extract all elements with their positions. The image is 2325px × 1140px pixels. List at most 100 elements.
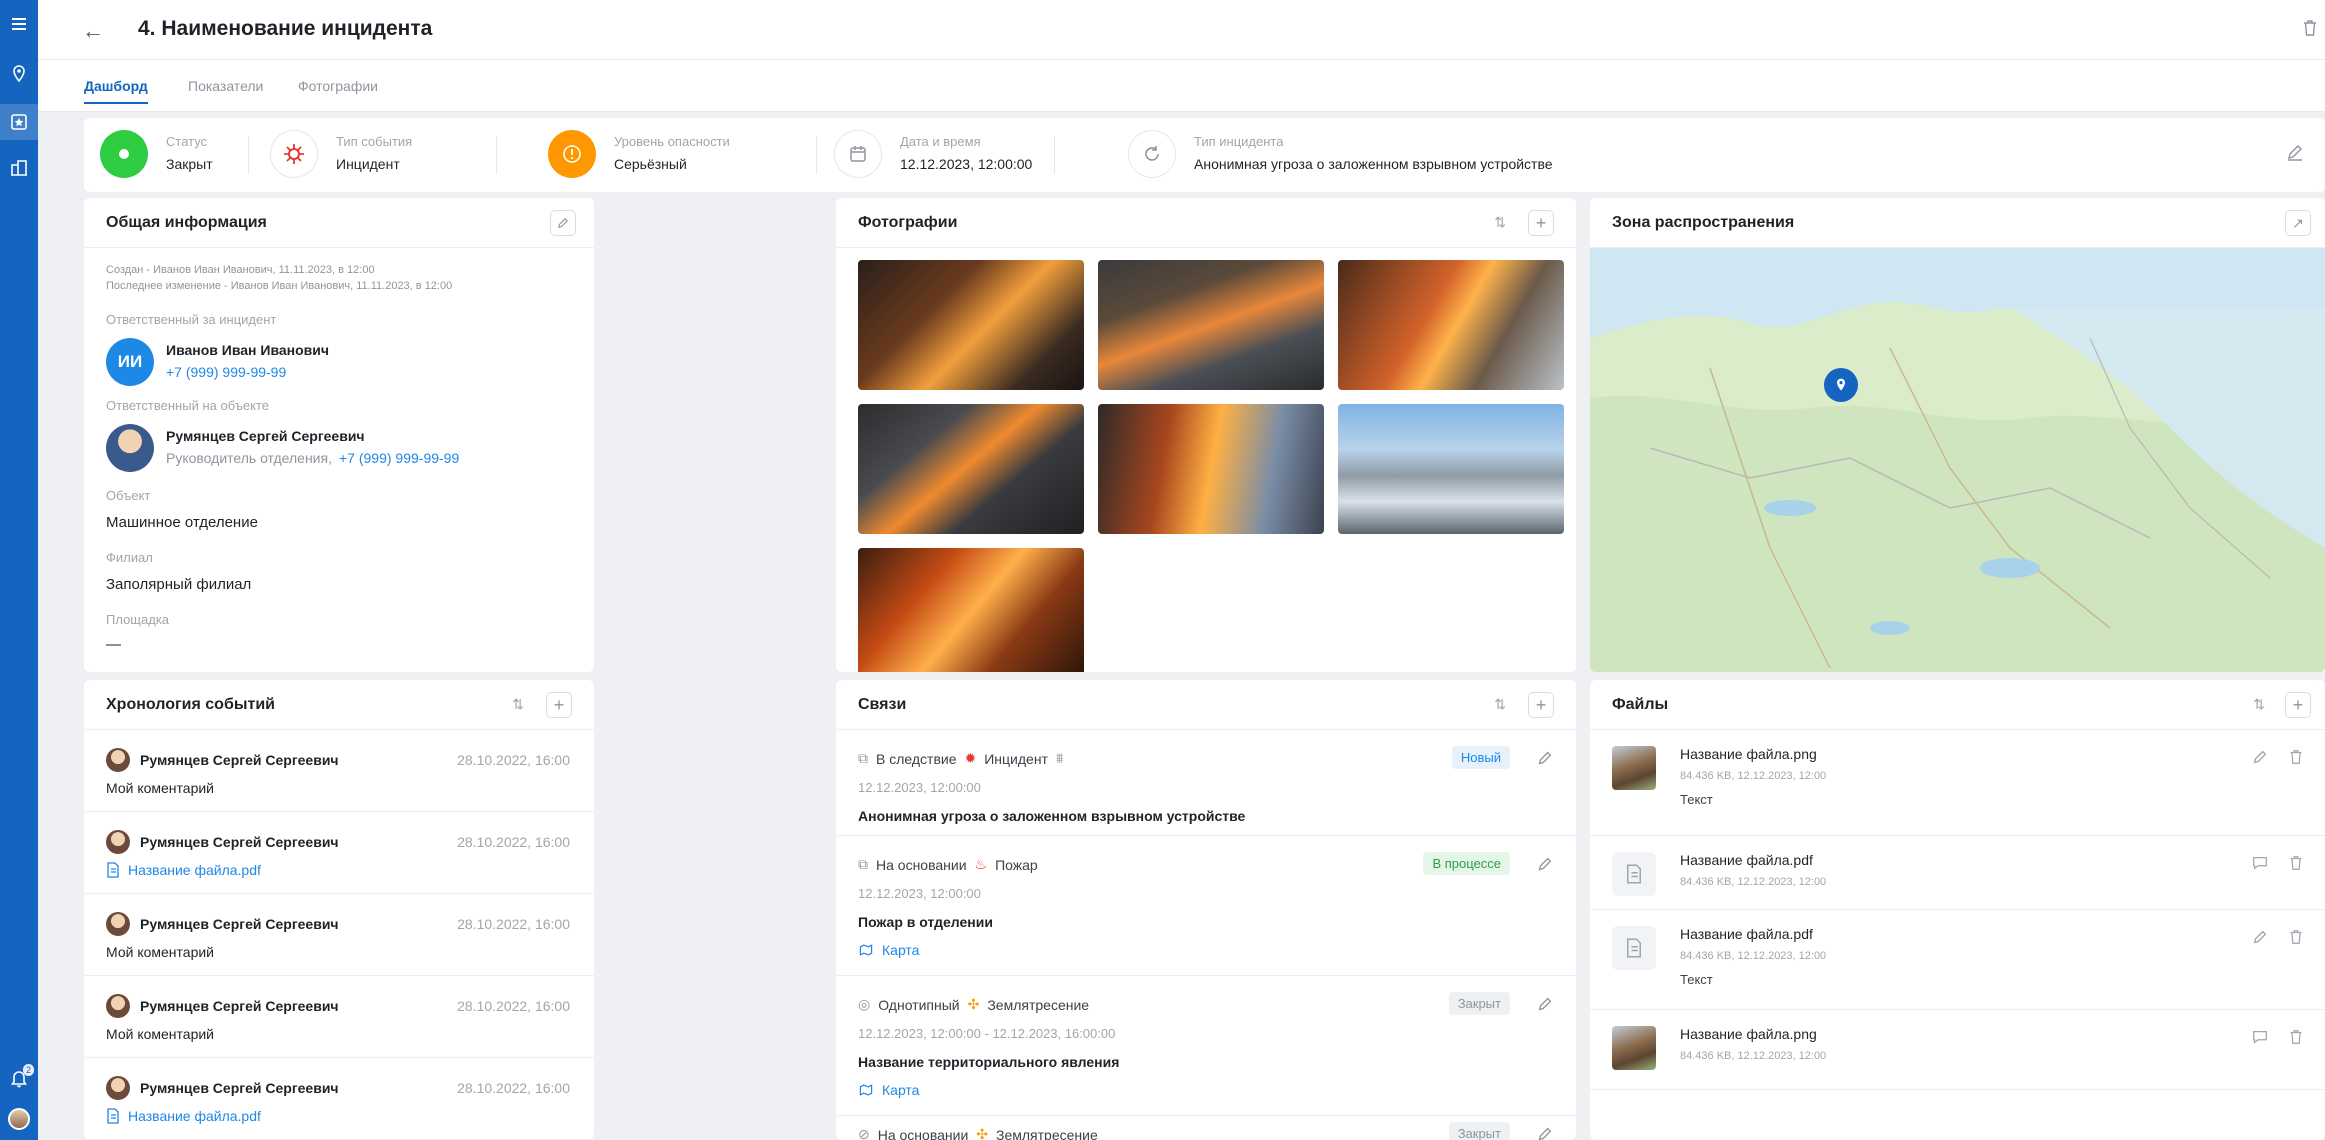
object-value: Машинное отделение <box>106 514 258 531</box>
file-link[interactable]: Название файла.pdf <box>106 1108 261 1124</box>
add-file-button[interactable]: + <box>2285 692 2311 718</box>
edit-pencil-icon[interactable] <box>1536 749 1554 767</box>
add-link-button[interactable]: + <box>1528 692 1554 718</box>
list-item[interactable]: Название файла.png 84.436 KB, 12.12.2023… <box>1590 730 2325 836</box>
file-name: Название файла.pdf <box>128 1108 261 1124</box>
datetime-value: 12.12.2023, 12:00:00 <box>900 156 1033 172</box>
edit-pencil-icon[interactable] <box>2251 748 2269 766</box>
notification-bell-icon[interactable]: 2 <box>0 1060 38 1096</box>
list-item[interactable]: ⊘ На основании ✣ Землятресение Закрыт <box>836 1116 1576 1140</box>
star-doc-icon[interactable] <box>0 104 38 140</box>
arrow-left-icon[interactable]: ← <box>82 18 104 44</box>
sort-icon[interactable]: ⇅ <box>1494 696 1506 713</box>
file-meta: 84.436 KB, 12.12.2023, 12:00 <box>1680 1050 1827 1062</box>
list-item[interactable]: ⧉ В следствие ✹ Инцидент ⩩ Новый 12.12.2… <box>836 730 1576 836</box>
avatar <box>106 748 130 772</box>
file-name: Название файла.png <box>1680 1026 1817 1042</box>
comment-icon[interactable] <box>2251 1028 2269 1046</box>
object-label: Объект <box>106 488 151 503</box>
map[interactable] <box>1590 248 2325 672</box>
trash-icon[interactable] <box>2301 18 2319 38</box>
location-pin-icon[interactable] <box>0 56 38 92</box>
map-link[interactable]: Карта <box>858 942 919 958</box>
edit-pencil-icon[interactable] <box>1536 1125 1554 1140</box>
photo-thumbnail[interactable] <box>1098 404 1324 534</box>
photo-thumbnail[interactable] <box>1338 404 1564 534</box>
site-value: — <box>106 636 121 653</box>
event-date: 28.10.2022, 16:00 <box>457 998 570 1014</box>
menu-icon[interactable] <box>0 6 38 42</box>
edit-pencil-icon[interactable] <box>550 210 576 236</box>
edit-pencil-icon[interactable] <box>1536 995 1554 1013</box>
author-name: Румянцев Сергей Сергеевич <box>140 916 339 932</box>
relation-label: На основании <box>876 856 967 873</box>
trash-icon[interactable] <box>2287 1028 2305 1046</box>
link-relation-icon: ⊘ <box>858 1126 870 1140</box>
event-date: 28.10.2022, 16:00 <box>457 1080 570 1096</box>
file-link[interactable]: Название файла.pdf <box>106 862 261 878</box>
add-event-button[interactable]: + <box>546 692 572 718</box>
incident-type-value: Анонимная угроза о заложенном взрывном у… <box>1194 156 1553 172</box>
files-card: Файлы ⇅ + Название файла.png 84.436 KB, … <box>1590 680 2325 1140</box>
edit-pencil-icon[interactable] <box>1536 855 1554 873</box>
author-name: Румянцев Сергей Сергеевич <box>140 1080 339 1096</box>
map-pin-icon[interactable] <box>1824 368 1858 402</box>
link-relation-icon: ◎ <box>858 996 871 1012</box>
list-item: Румянцев Сергей Сергеевич 28.10.2022, 16… <box>84 1058 594 1140</box>
list-item[interactable]: Название файла.pdf 84.436 KB, 12.12.2023… <box>1590 910 2325 1010</box>
map-label: Карта <box>882 1082 920 1098</box>
trash-icon[interactable] <box>2287 854 2305 872</box>
add-photo-button[interactable]: + <box>1528 210 1554 236</box>
author-name: Румянцев Сергей Сергеевич <box>140 834 339 850</box>
list-item[interactable]: ◎ Однотипный ✣ Землятресение Закрыт 12.1… <box>836 976 1576 1116</box>
notification-count: 2 <box>22 1064 34 1076</box>
comment-text: Мой коментарий <box>106 780 214 796</box>
object-responsible-phone[interactable]: +7 (999) 999-99-99 <box>339 450 459 466</box>
map-icon <box>859 1084 873 1096</box>
image-thumbnail <box>1612 746 1656 790</box>
status-badge: Новый <box>1451 746 1510 769</box>
link-title: Название территориального явления <box>858 1054 1120 1070</box>
photo-thumbnail[interactable] <box>1098 260 1324 390</box>
list-item: Румянцев Сергей Сергеевич 28.10.2022, 16… <box>84 894 594 976</box>
expand-icon[interactable]: ↗ <box>2285 210 2311 236</box>
top-bar: ← 4. Наименование инцидента <box>38 0 2325 60</box>
photo-thumbnail[interactable] <box>1338 260 1564 390</box>
photo-thumbnail[interactable] <box>858 260 1084 390</box>
sort-icon[interactable]: ⇅ <box>2253 696 2265 713</box>
responsible-phone[interactable]: +7 (999) 999-99-99 <box>166 364 286 380</box>
status-badge: Закрыт <box>1448 1122 1510 1140</box>
edit-pencil-icon[interactable] <box>2285 142 2305 162</box>
file-icon <box>107 862 119 878</box>
file-icon <box>107 1108 119 1124</box>
list-item[interactable]: ⧉ На основании ♨ Пожар В процессе 12.12.… <box>836 836 1576 976</box>
building-icon[interactable] <box>0 150 38 186</box>
file-description: Текст <box>1680 972 1713 987</box>
relation-label: В следствие <box>876 750 957 767</box>
tab-dashboard[interactable]: Дашборд <box>84 78 148 104</box>
photo-thumbnail[interactable] <box>858 548 1084 672</box>
kind-label: Землятресение <box>996 1126 1098 1140</box>
trash-icon[interactable] <box>2287 928 2305 946</box>
photo-thumbnail[interactable] <box>858 404 1084 534</box>
tab-indicators[interactable]: Показатели <box>188 78 263 94</box>
list-item[interactable]: Название файла.png 84.436 KB, 12.12.2023… <box>1590 1010 2325 1090</box>
sort-icon[interactable]: ⇅ <box>1494 214 1506 231</box>
tab-photos[interactable]: Фотографии <box>298 78 378 94</box>
danger-level-block: Уровень опасности Серьёзный <box>548 130 828 180</box>
sort-icon[interactable]: ⇅ <box>512 696 524 713</box>
comment-icon[interactable] <box>2251 854 2269 872</box>
file-name: Название файла.pdf <box>128 862 261 878</box>
edit-pencil-icon[interactable] <box>2251 928 2269 946</box>
file-name: Название файла.pdf <box>1680 852 1813 868</box>
list-item[interactable]: Название файла.pdf 84.436 KB, 12.12.2023… <box>1590 836 2325 910</box>
trash-icon[interactable] <box>2287 748 2305 766</box>
map-link[interactable]: Карта <box>858 1082 919 1098</box>
kind-label: Пожар <box>995 856 1038 873</box>
status-indicator-icon <box>100 130 148 178</box>
status-label: Статус <box>166 134 208 149</box>
danger-level-value: Серьёзный <box>614 156 687 172</box>
user-avatar[interactable] <box>8 1108 30 1130</box>
main-area: ← 4. Наименование инцидента Дашборд Пока… <box>38 0 2325 1140</box>
general-info-card: Общая информация Создан - Иванов Иван Ив… <box>84 198 594 672</box>
